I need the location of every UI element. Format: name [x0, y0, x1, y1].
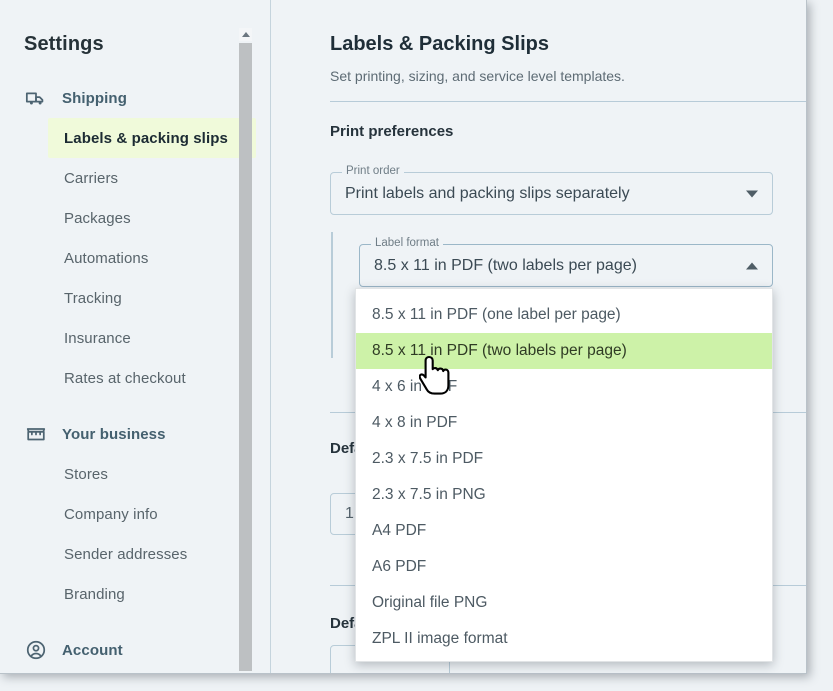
scroll-up-arrow-icon[interactable]	[239, 28, 252, 41]
settings-sidebar: Settings Shipping Labels & packing slips…	[0, 0, 256, 674]
sidebar-title: Settings	[24, 33, 104, 55]
sidebar-item-branding[interactable]: Branding	[0, 574, 256, 614]
sidebar-item-label: Tracking	[64, 289, 122, 307]
sidebar-group-account[interactable]: Account	[0, 630, 256, 670]
sidebar-item-label: Stores	[64, 465, 108, 483]
dropdown-option[interactable]: 2.3 x 7.5 in PDF	[356, 441, 772, 477]
dropdown-option[interactable]: A4 PDF	[356, 513, 772, 549]
sidebar-nav: Shipping Labels & packing slips Carriers…	[0, 78, 256, 670]
sidebar-group-your-business[interactable]: Your business	[0, 414, 256, 454]
divider-top	[330, 101, 807, 102]
account-circle-icon	[24, 638, 48, 662]
sidebar-item-label: Packages	[64, 209, 131, 227]
sidebar-item-insurance[interactable]: Insurance	[0, 318, 256, 358]
sidebar-item-label: Sender addresses	[64, 545, 188, 563]
page-subtitle: Set printing, sizing, and service level …	[330, 68, 625, 84]
store-icon	[24, 422, 48, 446]
label-format-dropdown-menu: 8.5 x 11 in PDF (one label per page) 8.5…	[355, 288, 773, 662]
sidebar-group-label: Your business	[62, 425, 166, 443]
sidebar-item-stores[interactable]: Stores	[0, 454, 256, 494]
print-order-select[interactable]: Print order Print labels and packing sli…	[330, 165, 773, 215]
sidebar-item-label: Carriers	[64, 169, 119, 187]
label-format-legend: Label format	[371, 237, 443, 249]
app-root: Settings Shipping Labels & packing slips…	[0, 0, 833, 691]
sidebar-item-automations[interactable]: Automations	[0, 238, 256, 278]
sidebar-group-label: Account	[62, 641, 123, 659]
sidebar-item-label: Branding	[64, 585, 125, 603]
label-format-group-bar	[331, 232, 333, 358]
sidebar-item-sender-addresses[interactable]: Sender addresses	[0, 534, 256, 574]
page-title: Labels & Packing Slips	[330, 33, 549, 55]
sidebar-item-label: Company info	[64, 505, 158, 523]
sidebar-item-rates-at-checkout[interactable]: Rates at checkout	[0, 358, 256, 398]
label-format-select[interactable]: Label format 8.5 x 11 in PDF (two labels…	[359, 237, 773, 287]
label-format-value: 8.5 x 11 in PDF (two labels per page)	[374, 256, 637, 274]
chevron-down-icon	[746, 190, 758, 197]
sidebar-item-tracking[interactable]: Tracking	[0, 278, 256, 318]
print-order-legend: Print order	[342, 165, 404, 177]
chevron-up-icon	[746, 262, 758, 269]
sidebar-item-carriers[interactable]: Carriers	[0, 158, 256, 198]
dropdown-option[interactable]: A6 PDF	[356, 549, 772, 585]
dropdown-option[interactable]: 4 x 6 in PDF	[356, 369, 772, 405]
sidebar-item-label: Insurance	[64, 329, 131, 347]
section-title-print-preferences: Print preferences	[330, 123, 454, 140]
sidebar-scrollbar-thumb[interactable]	[239, 43, 252, 671]
print-order-value: Print labels and packing slips separatel…	[345, 184, 630, 202]
dropdown-option[interactable]: 4 x 8 in PDF	[356, 405, 772, 441]
truck-icon	[24, 86, 48, 110]
sidebar-item-company-info[interactable]: Company info	[0, 494, 256, 534]
dropdown-option[interactable]: Original file PNG	[356, 585, 772, 621]
sidebar-group-label: Shipping	[62, 89, 127, 107]
dropdown-option-selected[interactable]: 8.5 x 11 in PDF (two labels per page)	[356, 333, 772, 369]
window-bottom-edge	[0, 673, 807, 674]
sidebar-item-label: Labels & packing slips	[64, 129, 228, 147]
sidebar-item-label: Automations	[64, 249, 149, 267]
sidebar-group-shipping[interactable]: Shipping	[0, 78, 256, 118]
dropdown-option[interactable]: 8.5 x 11 in PDF (one label per page)	[356, 297, 772, 333]
sidebar-item-packages[interactable]: Packages	[0, 198, 256, 238]
settings-window: Settings Shipping Labels & packing slips…	[0, 0, 807, 674]
window-right-edge	[806, 0, 807, 674]
main-content: Labels & Packing Slips Set printing, siz…	[271, 0, 807, 674]
sidebar-item-label: Rates at checkout	[64, 369, 186, 387]
dropdown-option[interactable]: 2.3 x 7.5 in PNG	[356, 477, 772, 513]
sidebar-item-labels-packing-slips[interactable]: Labels & packing slips	[48, 118, 256, 158]
dropdown-option[interactable]: ZPL II image format	[356, 621, 772, 657]
